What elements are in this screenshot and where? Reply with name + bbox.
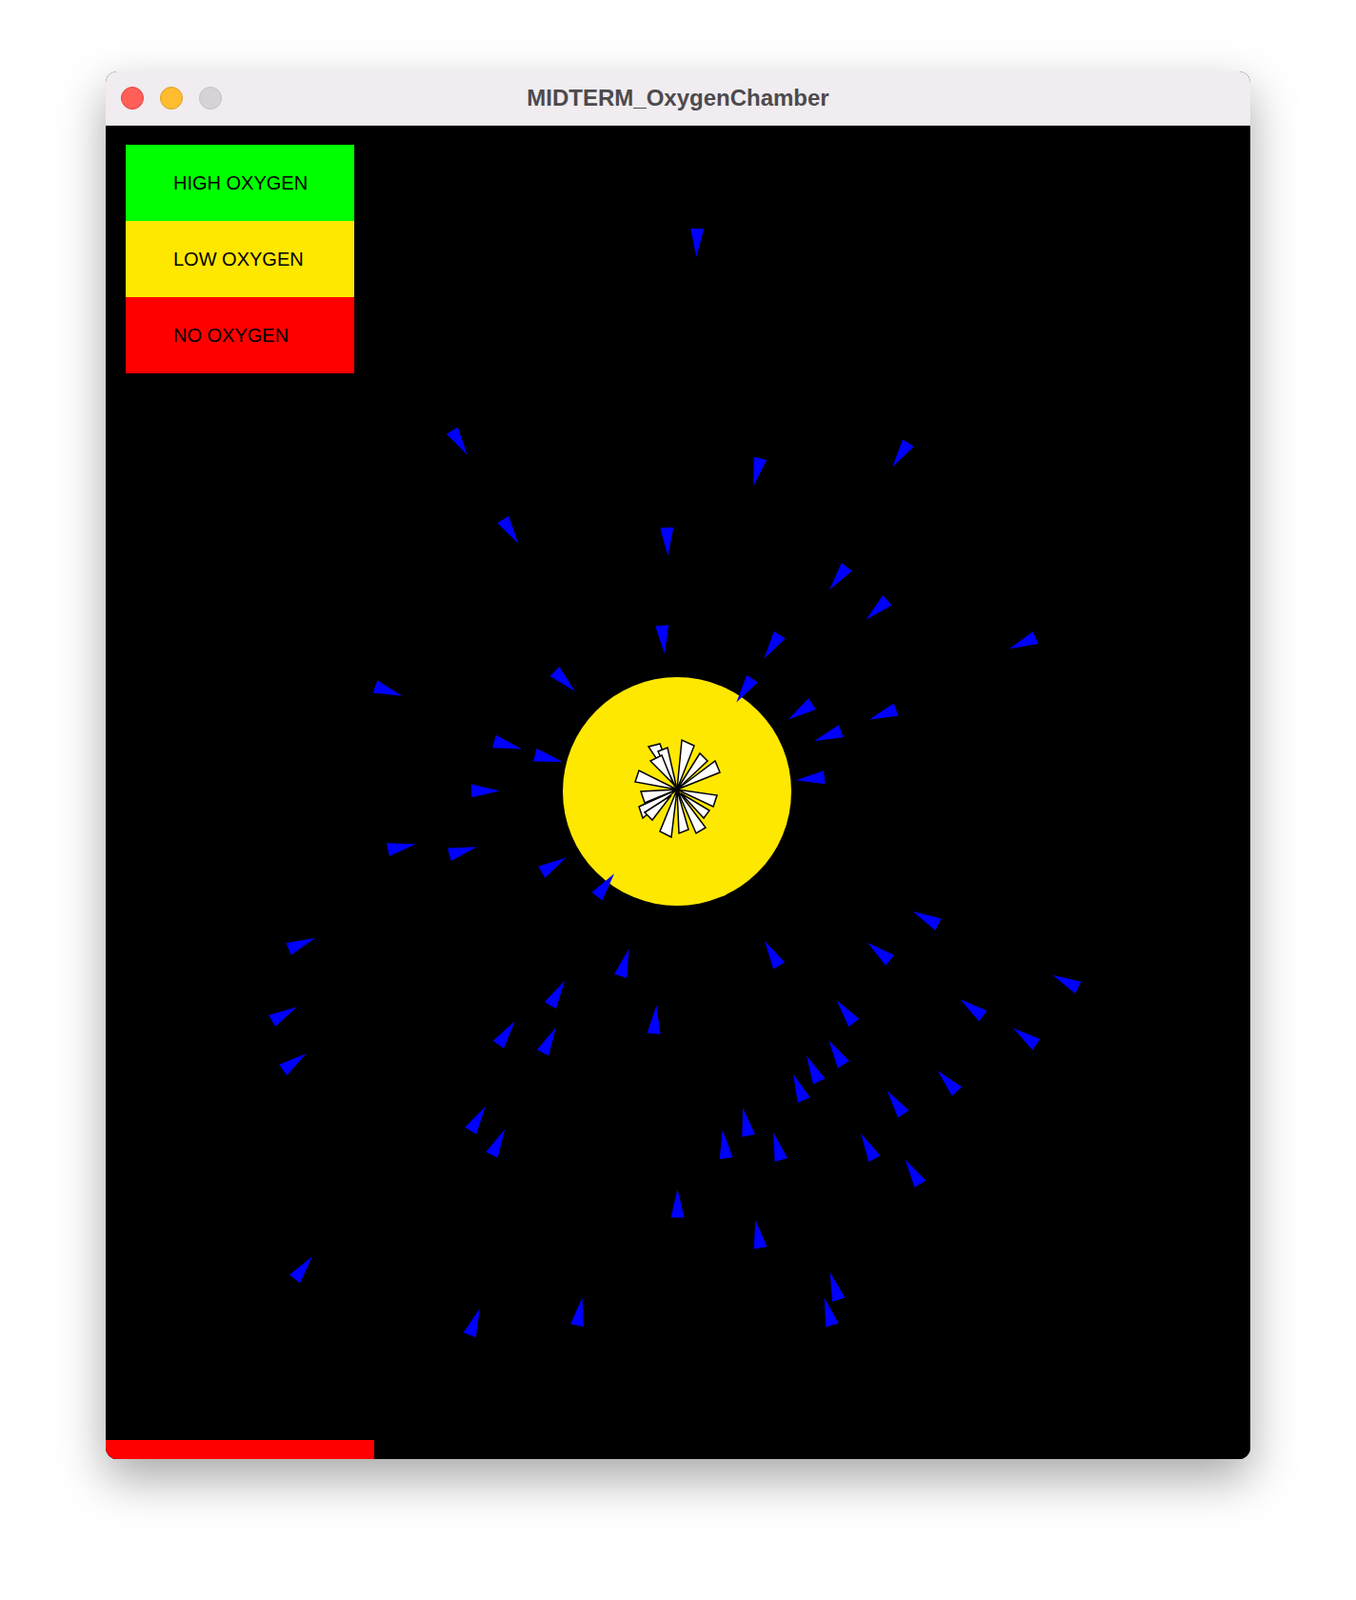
oxygen-particle bbox=[812, 724, 844, 747]
app-window: MIDTERM_OxygenChamber HIGH OXYGEN LOW OXY… bbox=[105, 71, 1251, 1459]
oxygen-particle bbox=[822, 1036, 850, 1068]
oxygen-particle bbox=[670, 1188, 684, 1217]
oxygen-particle bbox=[591, 869, 619, 900]
oxygen-particle bbox=[784, 697, 817, 725]
oxygen-particle bbox=[289, 1252, 319, 1283]
oxygen-particle bbox=[758, 937, 785, 970]
oxygen-particle bbox=[823, 1270, 845, 1302]
oxygen-particle bbox=[279, 1047, 311, 1076]
oxygen-particle bbox=[766, 1130, 788, 1162]
close-icon[interactable] bbox=[120, 86, 144, 110]
oxygen-particle bbox=[1006, 631, 1038, 656]
oxygen-particle bbox=[533, 748, 565, 769]
legend-item: HIGH OXYGEN bbox=[125, 144, 355, 221]
legend-label: NO OXYGEN bbox=[173, 320, 289, 350]
oxygen-chamber bbox=[562, 677, 792, 906]
oxygen-particle bbox=[570, 1296, 589, 1327]
oxygen-particle bbox=[757, 631, 785, 663]
legend-item: LOW OXYGEN bbox=[125, 220, 355, 298]
creature-icon bbox=[635, 739, 720, 838]
oxygen-particle bbox=[886, 438, 914, 471]
oxygen-particle bbox=[932, 1065, 962, 1096]
oxygen-particle bbox=[537, 1023, 562, 1056]
oxygen-particle bbox=[655, 624, 672, 655]
oxygen-particle bbox=[899, 1156, 927, 1188]
oxygen-particle bbox=[544, 977, 571, 1009]
oxygen-particle bbox=[795, 770, 825, 787]
legend-label: HIGH OXYGEN bbox=[173, 168, 308, 198]
legend-label: LOW OXYGEN bbox=[173, 244, 304, 274]
oxygen-bar-track bbox=[105, 1439, 1251, 1459]
oxygen-particle bbox=[736, 1106, 756, 1137]
oxygen-particle bbox=[716, 1128, 734, 1159]
oxygen-particle bbox=[1009, 1022, 1041, 1051]
oxygen-particle bbox=[497, 516, 524, 548]
oxygen-particle bbox=[268, 1000, 300, 1027]
oxygen-particle bbox=[446, 426, 474, 459]
oxygen-particle bbox=[285, 932, 318, 956]
oxygen-particle bbox=[463, 1305, 487, 1337]
oxygen-particle bbox=[1049, 968, 1081, 994]
oxygen-particle bbox=[485, 1126, 511, 1158]
oxygen-particle bbox=[471, 783, 500, 798]
oxygen-particle bbox=[824, 562, 853, 594]
oxygen-particle bbox=[746, 457, 767, 488]
zoom-icon bbox=[199, 86, 222, 110]
oxygen-particle bbox=[861, 595, 893, 625]
oxygen-particle bbox=[800, 1052, 826, 1084]
oxygen-particle bbox=[492, 735, 524, 756]
oxygen-particle bbox=[386, 837, 418, 857]
legend: HIGH OXYGEN LOW OXYGEN NO OXYGEN bbox=[125, 144, 355, 374]
legend-item: NO OXYGEN bbox=[125, 297, 355, 374]
minimize-icon[interactable] bbox=[159, 86, 183, 110]
oxygen-particle bbox=[373, 679, 405, 702]
oxygen-particle bbox=[786, 1071, 810, 1103]
sketch-canvas: HIGH OXYGEN LOW OXYGEN NO OXYGEN bbox=[105, 125, 1251, 1459]
oxygen-particle bbox=[881, 1086, 910, 1118]
oxygen-particle bbox=[447, 840, 479, 862]
title-bar[interactable]: MIDTERM_OxygenChamber bbox=[105, 71, 1251, 126]
oxygen-particle bbox=[659, 527, 675, 558]
oxygen-particle bbox=[909, 905, 941, 931]
oxygen-particle bbox=[817, 1296, 839, 1328]
oxygen-particle bbox=[493, 1017, 521, 1049]
oxygen-particle bbox=[730, 675, 758, 707]
oxygen-particle bbox=[863, 937, 895, 966]
oxygen-bar-fill bbox=[105, 1439, 375, 1459]
window-title: MIDTERM_OxygenChamber bbox=[526, 80, 829, 116]
oxygen-particle bbox=[647, 1004, 664, 1035]
oxygen-particle bbox=[464, 1102, 492, 1135]
oxygen-particle bbox=[689, 228, 704, 258]
oxygen-particle bbox=[614, 946, 636, 978]
oxygen-particle bbox=[538, 851, 570, 878]
oxygen-particle bbox=[831, 996, 859, 1027]
oxygen-particle bbox=[855, 1130, 881, 1162]
oxygen-particle bbox=[748, 1217, 767, 1249]
oxygen-particle bbox=[956, 993, 987, 1021]
oxygen-particle bbox=[550, 666, 580, 697]
oxygen-particle bbox=[866, 703, 898, 727]
